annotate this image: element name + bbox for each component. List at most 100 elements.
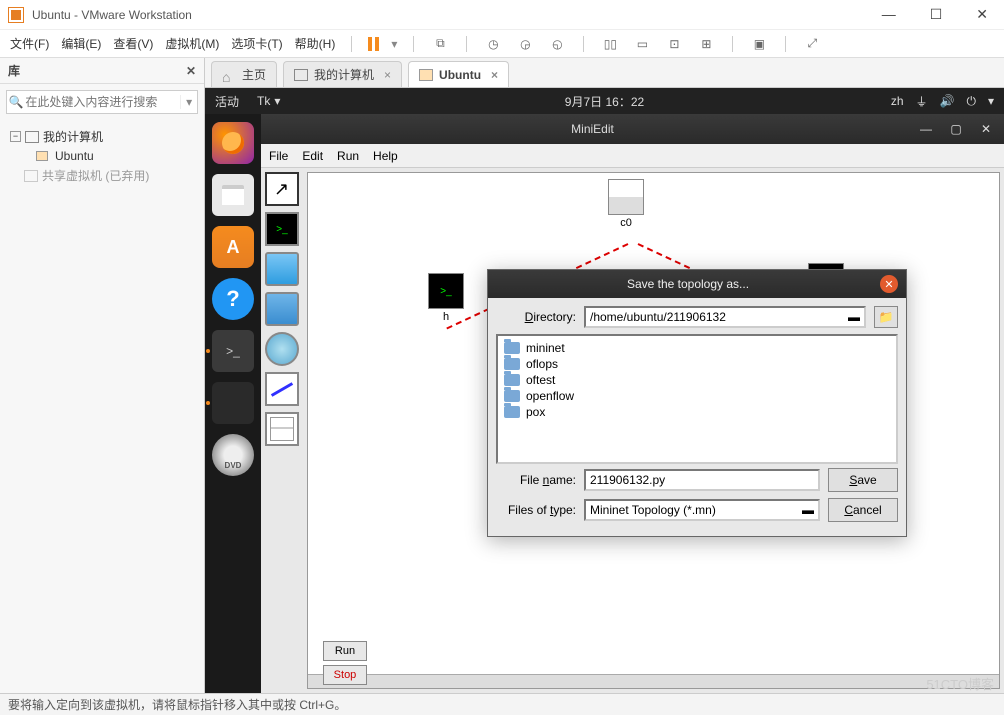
maximize-button[interactable]: ☐ (922, 2, 951, 27)
node-host-left[interactable]: >_ h (428, 273, 464, 323)
menu-file[interactable]: 文件(F) (10, 35, 49, 52)
menu-edit[interactable]: 编辑(E) (61, 35, 101, 52)
miniedit-maximize-icon[interactable]: ▢ (946, 122, 966, 136)
tool-router[interactable] (265, 332, 299, 366)
clock-back-icon[interactable]: ◶ (515, 34, 535, 54)
folder-oftest[interactable]: oftest (502, 372, 892, 388)
clock-icon[interactable]: ◷ (483, 34, 503, 54)
dock-files-icon[interactable] (212, 174, 254, 216)
dock-apps-icon[interactable] (218, 651, 248, 681)
lang-indicator[interactable]: zh (891, 94, 904, 108)
folder-icon (504, 406, 520, 418)
miniedit-menu-edit[interactable]: Edit (302, 149, 323, 163)
tool-switch-openflow[interactable] (265, 252, 299, 286)
collapse-icon[interactable]: − (10, 131, 21, 142)
window-titlebar: Ubuntu - VMware Workstation — ☐ ✕ (0, 0, 1004, 30)
dock-help-icon[interactable] (212, 278, 254, 320)
tool-link[interactable] (265, 372, 299, 406)
miniedit-menu-help[interactable]: Help (373, 149, 398, 163)
canvas-scrollbar[interactable] (308, 674, 999, 688)
dock-software-icon[interactable] (212, 226, 254, 268)
run-button[interactable]: Run (323, 641, 367, 661)
minimize-button[interactable]: — (874, 2, 904, 27)
library-close-icon[interactable]: ✕ (186, 64, 196, 78)
filename-input[interactable] (584, 469, 820, 491)
dropdown-icon: ▾ (274, 94, 280, 108)
miniedit-menu-run[interactable]: Run (337, 149, 359, 163)
save-button[interactable]: Save (828, 468, 898, 492)
miniedit-titlebar[interactable]: MiniEdit — ▢ ✕ (261, 114, 1004, 144)
tool-cursor[interactable] (265, 172, 299, 206)
tab-close-icon[interactable]: × (491, 68, 498, 82)
separator (351, 36, 352, 52)
runstop-panel: Run Stop (323, 641, 367, 685)
up-folder-button[interactable]: 📁 (874, 306, 898, 328)
dock-mounted-icon[interactable] (212, 382, 254, 424)
file-list[interactable]: mininet oflops oftest openflow pox (496, 334, 898, 464)
tab-ubuntu-label: Ubuntu (439, 68, 481, 82)
stop-button[interactable]: Stop (323, 665, 367, 685)
dock-terminal-icon[interactable] (212, 330, 254, 372)
dialog-close-icon[interactable]: ✕ (880, 275, 898, 293)
tab-close-icon[interactable]: × (384, 68, 391, 82)
view2-icon[interactable]: ▭ (632, 34, 652, 54)
node-host-label: h (428, 311, 464, 323)
tree-vm-ubuntu[interactable]: Ubuntu (6, 147, 198, 165)
dock-firefox-icon[interactable] (212, 122, 254, 164)
fullscreen-icon[interactable]: ⤢ (802, 34, 822, 54)
console-icon[interactable]: ▣ (749, 34, 769, 54)
directory-dropdown[interactable]: /home/ubuntu/211906132 ▬ (584, 306, 866, 328)
volume-icon[interactable]: 🔊 (940, 94, 955, 108)
close-button[interactable]: ✕ (968, 2, 996, 27)
tab-mycomputer[interactable]: 我的计算机 × (283, 61, 402, 87)
menu-view[interactable]: 查看(V) (113, 35, 153, 52)
dropdown-icon[interactable]: ▾ (988, 94, 994, 108)
network-icon[interactable]: ⏚ (916, 93, 928, 110)
miniedit-minimize-icon[interactable]: — (916, 122, 936, 136)
vm-display[interactable]: 活动 Tk ▾ 9月7日 16：22 zh ⏚ 🔊 ⏻ ▾ (205, 88, 1004, 693)
menu-vm[interactable]: 虚拟机(M) (165, 35, 219, 52)
menu-help[interactable]: 帮助(H) (295, 35, 336, 52)
dialog-titlebar[interactable]: Save the topology as... ✕ (488, 270, 906, 298)
vm-icon (419, 69, 433, 81)
tree-shared[interactable]: 共享虚拟机 (已弃用) (6, 165, 198, 186)
tree-root[interactable]: − 我的计算机 (6, 126, 198, 147)
cancel-button[interactable]: Cancel (828, 498, 898, 522)
folder-icon (504, 342, 520, 354)
app-menu[interactable]: Tk ▾ (257, 94, 280, 108)
folder-oflops[interactable]: oflops (502, 356, 892, 372)
dropdown-icon[interactable]: ▾ (391, 37, 397, 51)
library-search[interactable]: 🔍 ▾ (6, 90, 198, 114)
folder-pox[interactable]: pox (502, 404, 892, 420)
vmware-icon (8, 7, 24, 23)
folder-openflow[interactable]: openflow (502, 388, 892, 404)
tab-mycomputer-label: 我的计算机 (314, 66, 374, 83)
snapshot-icon[interactable]: ⧉ (430, 34, 450, 54)
tab-ubuntu[interactable]: Ubuntu × (408, 61, 509, 87)
dock-disk-icon[interactable] (212, 434, 254, 476)
filetype-dropdown[interactable]: Mininet Topology (*.mn) ▬ (584, 499, 820, 521)
tab-home[interactable]: 主页 (211, 61, 277, 87)
miniedit-menu-file[interactable]: File (269, 149, 288, 163)
activities-button[interactable]: 活动 (215, 93, 239, 110)
clock[interactable]: 9月7日 16：22 (565, 93, 644, 110)
pause-icon[interactable] (368, 37, 379, 51)
folder-icon (504, 390, 520, 402)
view1-icon[interactable]: ▯▯ (600, 34, 620, 54)
window-controls: — ☐ ✕ (874, 2, 996, 27)
search-input[interactable] (25, 95, 180, 109)
folder-mininet[interactable]: mininet (502, 340, 892, 356)
tool-host[interactable] (265, 212, 299, 246)
clock-manage-icon[interactable]: ◵ (547, 34, 567, 54)
view3-icon[interactable]: ⊡ (664, 34, 684, 54)
tool-switch-legacy[interactable] (265, 292, 299, 326)
miniedit-close-icon[interactable]: ✕ (976, 122, 996, 136)
tool-controller[interactable] (265, 412, 299, 446)
view4-icon[interactable]: ⊞ (696, 34, 716, 54)
controller-icon (608, 179, 644, 215)
node-controller[interactable]: c0 (608, 179, 644, 229)
menu-tabs[interactable]: 选项卡(T) (231, 35, 282, 52)
power-icon[interactable]: ⏻ (966, 94, 976, 109)
node-controller-label: c0 (608, 217, 644, 229)
search-dropdown-icon[interactable]: ▾ (180, 95, 197, 109)
